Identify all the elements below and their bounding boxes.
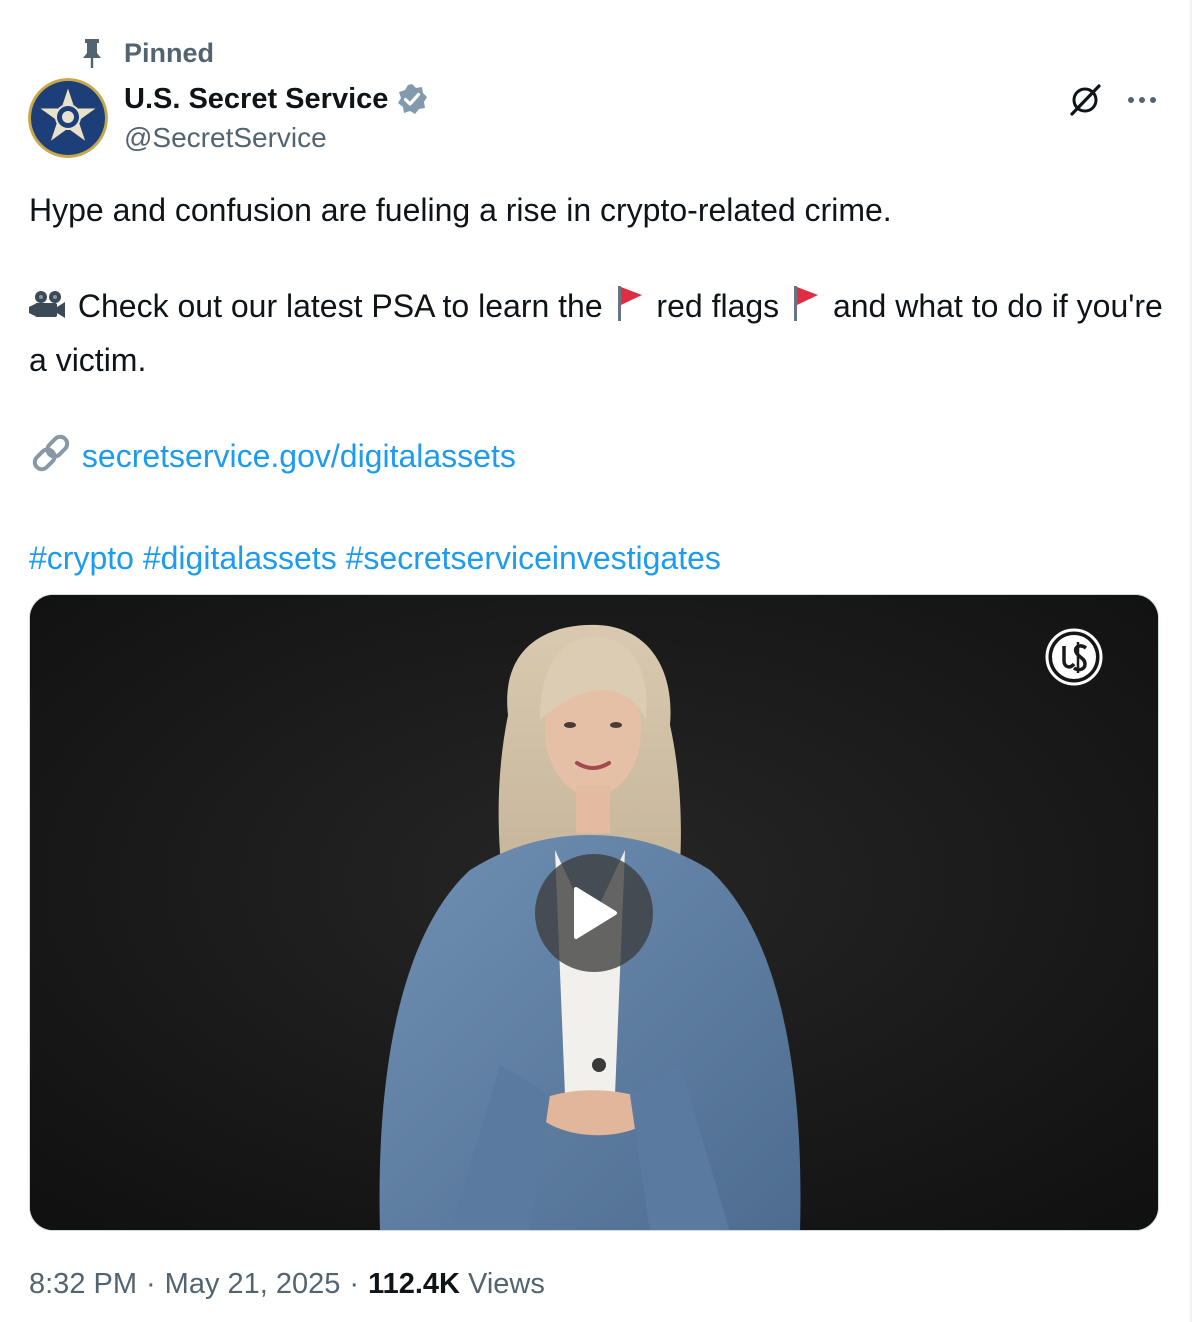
usss-logo-icon: [1045, 628, 1103, 686]
more-options-icon[interactable]: [1122, 80, 1162, 120]
video-player[interactable]: [29, 594, 1159, 1231]
hashtag-crypto[interactable]: #crypto: [29, 540, 134, 576]
tweet-line-1: Hype and confusion are fueling a rise in…: [29, 192, 892, 228]
views-label[interactable]: Views: [468, 1268, 545, 1301]
tweet-text: Hype and confusion are fueling a rise in…: [29, 186, 1169, 582]
separator: ·: [349, 1268, 360, 1300]
tweet-line-2: Check out our latest PSA to learn the re…: [29, 282, 1169, 384]
verified-badge-icon[interactable]: [396, 83, 428, 115]
grok-icon[interactable]: [1066, 80, 1106, 120]
views-count[interactable]: 112.4K: [368, 1268, 460, 1301]
hashtag-line: #crypto #digitalassets #secretserviceinv…: [29, 534, 1169, 582]
tweet-link[interactable]: secretservice.gov/digitalassets: [82, 438, 516, 474]
tweet-meta: 8:32 PM · May 21, 2025 · 112.4K Views: [29, 1268, 545, 1301]
avatar[interactable]: [28, 78, 108, 158]
play-button[interactable]: [535, 854, 653, 972]
display-name[interactable]: U.S. Secret Service: [124, 83, 388, 116]
hashtag-digitalassets[interactable]: #digitalassets: [143, 540, 337, 576]
separator: ·: [146, 1268, 156, 1300]
pin-icon: [78, 36, 106, 70]
tweet-line-2-part-1: Check out our latest PSA to learn the: [77, 288, 603, 324]
user-handle[interactable]: @SecretService: [124, 122, 428, 154]
tweet-link-line: secretservice.gov/digitalassets: [29, 432, 1169, 486]
pinned-indicator: Pinned: [78, 36, 214, 70]
pinned-label: Pinned: [124, 37, 215, 68]
tweet-time[interactable]: 8:32 PM: [29, 1268, 137, 1301]
tweet-line-2-part-2: red flags: [656, 288, 780, 324]
divider: [1190, 0, 1192, 1322]
red-flag-emoji: [788, 283, 824, 336]
movie-camera-emoji: [29, 288, 69, 336]
red-flag-emoji: [612, 283, 648, 336]
link-emoji: [29, 433, 73, 486]
tweet-date[interactable]: May 21, 2025: [165, 1268, 341, 1301]
hashtag-secretserviceinvestigates[interactable]: #secretserviceinvestigates: [346, 540, 721, 576]
play-icon: [574, 887, 617, 939]
